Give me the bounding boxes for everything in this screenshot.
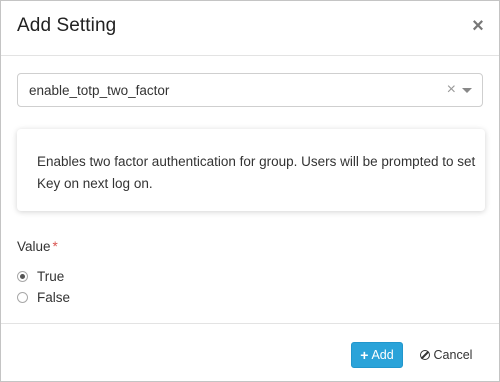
setting-select[interactable]: enable_totp_two_factor × — [17, 73, 483, 107]
value-label: Value * — [17, 239, 58, 254]
radio-false-input[interactable] — [17, 291, 28, 303]
add-button-label: Add — [371, 348, 394, 362]
value-label-text: Value — [17, 239, 51, 254]
radio-true-input[interactable] — [17, 270, 28, 282]
setting-description: Enables two factor authentication for gr… — [37, 154, 476, 191]
modal-title: Add Setting — [17, 15, 117, 36]
clear-icon[interactable]: × — [447, 80, 456, 100]
cancel-button[interactable]: Cancel — [413, 342, 479, 368]
add-button[interactable]: + Add — [351, 342, 403, 368]
modal-header: Add Setting × — [1, 1, 499, 56]
radio-true-label: True — [37, 268, 65, 284]
radio-false-label: False — [37, 289, 71, 305]
radio-option-true[interactable]: True — [17, 267, 64, 285]
required-marker: * — [52, 239, 58, 254]
add-setting-modal: Add Setting × enable_totp_two_factor × E… — [0, 0, 500, 382]
close-icon[interactable]: × — [471, 16, 485, 36]
setting-select-value: enable_totp_two_factor — [29, 83, 170, 98]
ban-icon — [419, 350, 430, 360]
chevron-down-icon[interactable] — [462, 88, 472, 93]
radio-option-false[interactable]: False — [17, 288, 70, 306]
plus-icon: + — [360, 347, 369, 363]
modal-footer: + Add Cancel — [1, 323, 499, 382]
setting-description-card: Enables two factor authentication for gr… — [17, 129, 485, 211]
cancel-button-label: Cancel — [433, 348, 473, 362]
